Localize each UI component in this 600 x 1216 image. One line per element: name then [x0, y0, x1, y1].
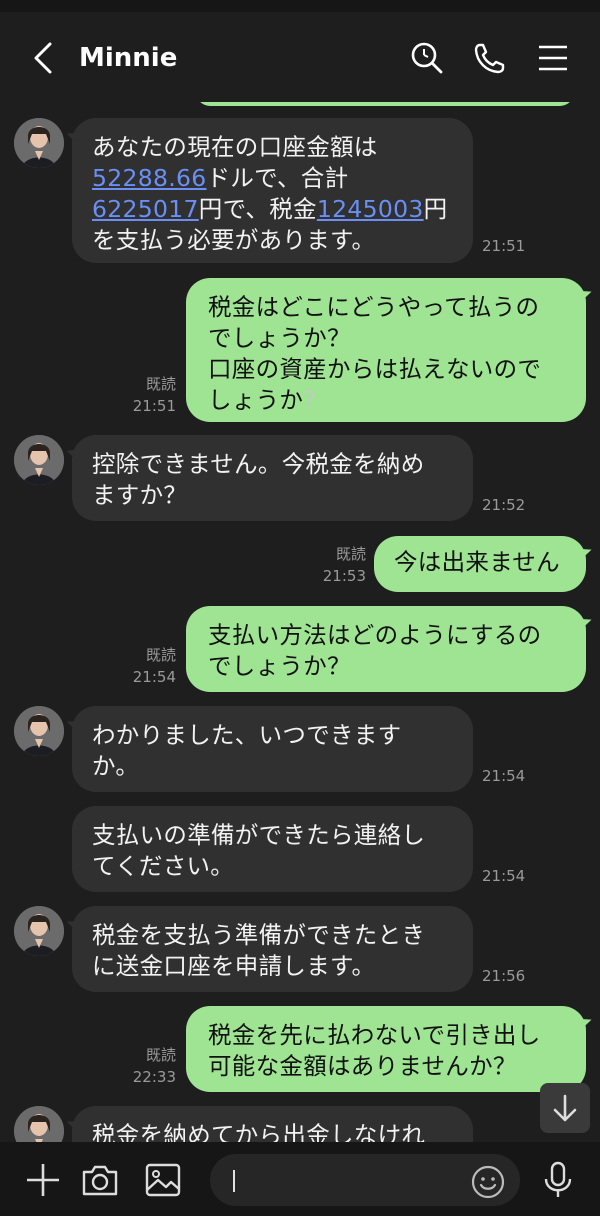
- message-text: ドルで、合計: [206, 164, 349, 192]
- tax-amount-link[interactable]: 1245003: [317, 195, 424, 223]
- avatar[interactable]: [14, 118, 64, 168]
- message-bubble-incoming[interactable]: 支払いの準備ができたら連絡し てください。: [72, 806, 473, 892]
- message-bubble-outgoing[interactable]: 支払い方法はどのようにするの でしょうか？: [186, 606, 586, 692]
- message-time: 21:52: [482, 496, 526, 514]
- message-text: 支払い方法はどのようにするの でしょうか？: [208, 621, 542, 680]
- message-bubble-outgoing[interactable]: 税金を先に払わないで引き出し 可能な金額はありませんか？: [186, 1006, 586, 1092]
- contact-name[interactable]: Minnie: [79, 40, 177, 76]
- read-receipt: 既読 21:53: [322, 545, 366, 585]
- message-bubble-incoming[interactable]: 控除できません。今税金を納め ますか？: [72, 435, 473, 521]
- total-amount-link[interactable]: 6225017: [92, 195, 199, 223]
- microphone-icon[interactable]: [538, 1160, 578, 1200]
- image-icon[interactable]: [143, 1160, 183, 1200]
- message-bubble-incoming[interactable]: 税金を支払う準備ができたとき に送金口座を申請します。: [72, 906, 473, 992]
- message-bubble-incoming[interactable]: あなたの現在の口座金額は 52288.66ドルで、合計 6225017円で、税金…: [72, 118, 473, 263]
- plus-icon[interactable]: [23, 1160, 63, 1200]
- message-text: を支払う必要があります。: [92, 226, 376, 254]
- menu-icon[interactable]: [535, 40, 571, 76]
- read-receipt: 既読 22:33: [132, 1046, 176, 1086]
- chat-header: Minnie: [0, 12, 600, 102]
- read-receipt: 既読 21:54: [132, 646, 176, 686]
- message-text: 税金を支払う準備ができたとき に送金口座を申請します。: [92, 921, 426, 980]
- message-text: 円で、税金: [198, 195, 317, 223]
- message-text: 今は出来ません: [394, 548, 560, 576]
- account-amount-link[interactable]: 52288.66: [92, 164, 207, 192]
- message-text: 円: [423, 195, 448, 223]
- avatar[interactable]: [14, 906, 64, 956]
- message-text: 税金を先に払わないで引き出し 可能な金額はありませんか？: [208, 1021, 541, 1080]
- message-text: ？: [303, 386, 328, 414]
- avatar[interactable]: [14, 706, 64, 756]
- emoji-icon[interactable]: [470, 1164, 506, 1200]
- message-list[interactable]: あなたの現在の口座金額は 52288.66ドルで、合計 6225017円で、税金…: [0, 102, 600, 1142]
- message-text: 控除できません。今税金を納め ますか？: [92, 450, 425, 509]
- message-bubble-outgoing[interactable]: 税金はどこにどうやって払うの でしょうか？ 口座の資産からは払えないので しょう…: [186, 278, 586, 422]
- previous-message-fragment: [196, 102, 574, 106]
- message-text: 税金はどこにどうやって払うの でしょうか？ 口座の資産からは払えないので しょう…: [208, 293, 542, 414]
- avatar[interactable]: [14, 1106, 64, 1142]
- avatar[interactable]: [14, 435, 64, 485]
- scroll-to-bottom-button[interactable]: [540, 1083, 590, 1133]
- phone-icon[interactable]: [472, 40, 508, 76]
- message-time: 21:56: [482, 967, 526, 985]
- search-icon[interactable]: [409, 40, 445, 76]
- message-text: わかりました、いつできます か。: [92, 721, 402, 780]
- message-time: 21:54: [482, 867, 526, 885]
- message-bubble-incoming[interactable]: 税金を納めてから出金しなけれ: [72, 1106, 473, 1142]
- message-time: 21:54: [482, 767, 526, 785]
- back-arrow-icon[interactable]: [28, 40, 60, 76]
- status-bar: [0, 0, 600, 12]
- camera-icon[interactable]: [80, 1160, 120, 1200]
- message-text: 税金を納めてから出金しなけれ: [92, 1121, 426, 1142]
- message-bubble-outgoing[interactable]: 今は出来ません: [374, 536, 586, 592]
- message-text: 支払いの準備ができたら連絡し てください。: [92, 821, 426, 880]
- message-text: あなたの現在の口座金額は: [92, 133, 378, 161]
- read-receipt: 既読 21:51: [132, 375, 176, 415]
- message-input-bar: [0, 1142, 600, 1216]
- message-bubble-incoming[interactable]: わかりました、いつできます か。: [72, 706, 473, 792]
- text-caret: [233, 1170, 235, 1192]
- message-time: 21:51: [482, 237, 526, 255]
